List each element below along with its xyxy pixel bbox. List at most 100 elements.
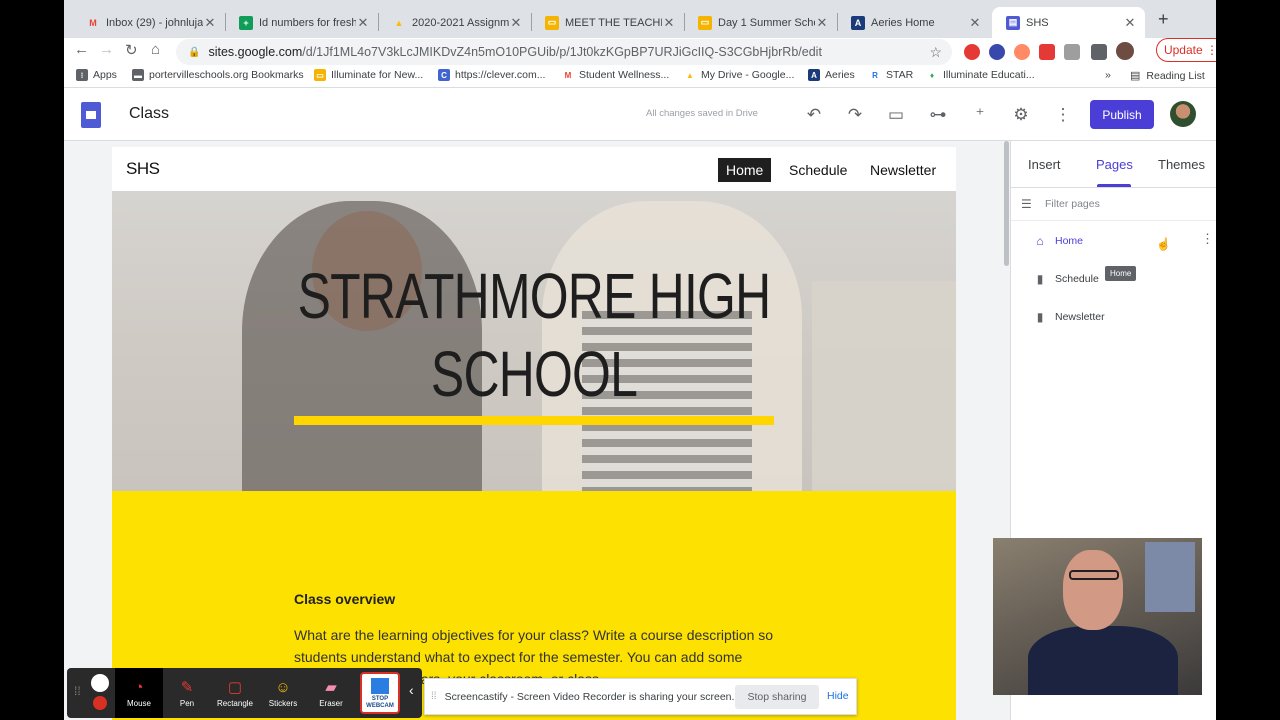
bookmark-portervilleschools[interactable]: ▬ portervilleschools.org Bookmarks — [132, 69, 304, 81]
site-doc-title[interactable]: Class — [129, 105, 169, 123]
drag-handle-icon[interactable]: ⁞⁞ — [74, 684, 81, 698]
scrollbar-thumb[interactable] — [1004, 141, 1009, 266]
tab-themes[interactable]: Themes — [1158, 157, 1205, 172]
lock-icon: 🔒 — [188, 46, 201, 58]
hero-accent-bar — [294, 416, 774, 425]
bookmark-student-wellness[interactable]: M Student Wellness... — [562, 69, 670, 81]
back-icon[interactable]: ← — [74, 41, 89, 58]
sharing-message: Screencastify - Screen Video Recorder is… — [444, 690, 735, 703]
tool-eraser[interactable]: ▰ Eraser — [307, 668, 355, 718]
hero-banner[interactable]: STRATHMORE HIGH SCHOOL — [112, 191, 956, 491]
bookmark-label: https://clever.com... — [455, 69, 546, 81]
overview-heading[interactable]: Class overview — [294, 591, 395, 607]
redo-icon[interactable]: ↷ — [845, 105, 865, 125]
bookmark-illuminate-education[interactable]: ♦ Illuminate Educati... — [926, 69, 1035, 81]
drive-icon: ▲ — [686, 70, 694, 80]
publish-button[interactable]: Publish — [1090, 100, 1154, 129]
site-nav-newsletter[interactable]: Newsletter — [862, 158, 944, 182]
google-sites-logo-icon[interactable] — [81, 102, 101, 128]
close-icon[interactable]: ✕ — [815, 15, 829, 31]
update-button[interactable]: Update ⋮ — [1156, 38, 1216, 62]
tool-stickers[interactable]: ☺ Stickers — [259, 668, 307, 718]
reading-list[interactable]: ▤ Reading List — [1130, 69, 1205, 83]
webcam-icon — [371, 678, 389, 694]
letterbox-left — [0, 0, 64, 720]
bookmark-label: Student Wellness... — [579, 69, 670, 81]
close-icon[interactable]: ✕ — [662, 15, 676, 31]
stop-recording-icon[interactable] — [93, 696, 107, 710]
profile-avatar[interactable] — [1116, 42, 1134, 60]
more-vert-icon[interactable]: ⋮ — [1053, 105, 1073, 125]
close-icon[interactable]: ✕ — [356, 15, 370, 31]
webcam-person-glasses — [1069, 570, 1119, 580]
close-icon[interactable]: ✕ — [1123, 15, 1137, 31]
address-bar[interactable]: 🔒 sites.google.com/d/1Jf1ML4o7V3kLcJMIKD… — [176, 39, 952, 65]
settings-gear-icon[interactable]: ⚙ — [1011, 105, 1031, 125]
tool-mouse[interactable]: ◔ Mouse — [115, 668, 163, 718]
home-icon[interactable]: ⌂ — [151, 41, 160, 58]
preview-devices-icon[interactable]: ▭ — [886, 105, 906, 125]
link-icon[interactable]: ⊶ — [928, 105, 948, 125]
screencastify-extension-icon[interactable] — [1039, 44, 1055, 60]
forward-icon[interactable]: → — [99, 41, 114, 58]
tab-sheets[interactable]: + Id numbers for freshmen ✕ — [225, 7, 378, 38]
tool-label: Pen — [179, 699, 195, 708]
close-icon[interactable]: ✕ — [203, 15, 217, 31]
drag-handle-icon[interactable]: ⁞⁞ — [431, 691, 437, 702]
page-item-schedule[interactable]: ▮ Schedule — [1033, 272, 1099, 286]
close-icon[interactable]: ✕ — [509, 15, 523, 31]
adblock-extension-icon[interactable] — [964, 44, 980, 60]
canvas-scrollbar[interactable] — [1002, 141, 1010, 266]
gmail-icon: M — [89, 17, 97, 28]
tool-pen[interactable]: ✎ Pen — [163, 668, 211, 718]
site-nav-schedule[interactable]: Schedule — [781, 158, 855, 182]
stop-sharing-button[interactable]: Stop sharing — [735, 685, 819, 709]
tab-slides-2[interactable]: ▭ Day 1 Summer School ✕ — [684, 7, 837, 38]
drive-icon: ▲ — [394, 17, 404, 28]
bookmark-label: My Drive - Google... — [701, 69, 795, 81]
bookmark-aeries[interactable]: A Aeries — [808, 69, 855, 81]
tab-insert[interactable]: Insert — [1028, 157, 1061, 172]
page-item-home[interactable]: ⌂ Home — [1033, 234, 1083, 248]
page-item-newsletter[interactable]: ▮ Newsletter — [1033, 310, 1105, 324]
bookmark-star-icon[interactable]: ☆ — [929, 44, 942, 61]
illuminate-icon: ♦ — [929, 70, 935, 80]
pause-icon[interactable] — [91, 674, 109, 692]
k-extension-icon[interactable] — [989, 44, 1005, 60]
stop-webcam-button[interactable]: STOP WEBCAM — [360, 672, 400, 714]
site-nav-home[interactable]: Home — [718, 158, 772, 182]
tool-rectangle[interactable]: ▢ Rectangle — [211, 668, 259, 718]
undo-icon[interactable]: ↶ — [804, 105, 824, 125]
site-name[interactable]: SHS — [126, 159, 160, 179]
sheets-icon: + — [239, 15, 253, 30]
extension-icon[interactable] — [1014, 44, 1030, 60]
new-tab-button[interactable]: + — [1158, 9, 1169, 30]
bookmark-star[interactable]: R STAR — [869, 69, 913, 81]
tab-pages[interactable]: Pages — [1096, 157, 1133, 172]
share-add-person-icon[interactable]: ⁺ — [970, 105, 990, 125]
bookmark-apps[interactable]: ⁝ Apps — [76, 69, 117, 81]
close-icon[interactable]: ✕ — [968, 15, 982, 31]
tab-slides-1[interactable]: ▭ MEET THE TEACHER 1 ✕ — [531, 7, 684, 38]
tool-label: Eraser — [319, 699, 343, 708]
extension-icon[interactable] — [1064, 44, 1080, 60]
hero-title[interactable]: STRATHMORE HIGH SCHOOL — [205, 257, 863, 413]
collapse-chevron-icon[interactable]: ‹ — [409, 682, 414, 698]
tab-title: 2020-2021 Assignments — [412, 16, 509, 29]
reload-icon[interactable]: ↻ — [125, 41, 138, 59]
tab-gmail[interactable]: M Inbox (29) - johnlujan@ ✕ — [72, 7, 225, 38]
webcam-person-shirt — [1028, 626, 1178, 695]
hide-link[interactable]: Hide — [827, 690, 849, 702]
filter-pages-input[interactable]: ☰ Filter pages — [1021, 197, 1100, 211]
bookmark-illuminate-new[interactable]: ▭ Illuminate for New... — [314, 69, 423, 81]
avatar[interactable] — [1170, 101, 1196, 127]
more-vert-icon[interactable]: ⋮ — [1201, 231, 1214, 247]
tab-title: SHS — [1026, 16, 1049, 29]
bookmark-my-drive[interactable]: ▲ My Drive - Google... — [684, 69, 794, 81]
bookmark-clever[interactable]: Chttps://clever.com... — [438, 69, 545, 81]
tab-drive[interactable]: ▲ 2020-2021 Assignments ✕ — [378, 7, 531, 38]
puzzle-icon[interactable] — [1091, 44, 1107, 60]
tab-shs[interactable]: ▤ SHS ✕ — [992, 7, 1145, 38]
tab-aeries[interactable]: A Aeries Home ✕ — [837, 7, 990, 38]
bookmarks-overflow-icon[interactable]: » — [1105, 69, 1111, 81]
